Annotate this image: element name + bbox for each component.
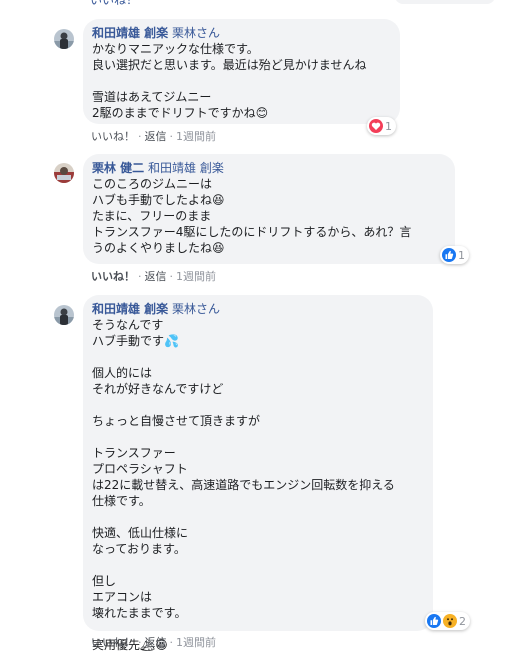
mention-tag[interactable]: 栗林さん (172, 302, 220, 316)
avatar[interactable] (54, 163, 74, 183)
like-link[interactable]: いいね！ (91, 270, 135, 283)
comment-line: トランスファー4駆にしたのにドリフトするから、あれ？言 (92, 225, 412, 239)
reaction-count: 1 (385, 119, 392, 133)
mention-tag[interactable]: 栗林さん (172, 26, 220, 40)
mention-tag[interactable]: 和田靖雄 創楽 (148, 161, 224, 175)
reaction-summary[interactable]: 1 (367, 117, 396, 135)
comment-line: 2駆のままでドリフトですかね😊 (92, 106, 269, 120)
comment-line: そうなんです (92, 318, 164, 332)
like-icon (442, 248, 456, 262)
comment-line: たまに、フリーのまま (92, 209, 212, 223)
comment-line: エアコンは (92, 590, 153, 604)
like-icon (427, 614, 441, 628)
reply-link[interactable]: 返信 (145, 270, 167, 283)
comment-line: それが好きなんですけど (92, 382, 224, 396)
comment-line: は22に載せ替え、高速道路でもエンジン回転数を抑える (92, 478, 395, 492)
reply-link[interactable]: 返信 (145, 130, 167, 143)
like-link[interactable]: いいね！ (91, 636, 135, 649)
comment-actions: いいね！ · 返信 · 1週間前 (91, 270, 216, 283)
reaction-summary[interactable]: 1 (440, 246, 469, 264)
comment-line: 良い選択だと思います。最近は殆ど見かけませんね (92, 58, 367, 72)
wow-icon (443, 614, 457, 628)
partial-like-link[interactable]: いいね！ (90, 0, 138, 8)
comment-line: 雪道はあえてジムニー (92, 90, 212, 104)
comment-line: ちょっと自慢させて頂きますが (92, 414, 261, 428)
author-name[interactable]: 和田靖雄 創楽 (92, 302, 168, 316)
comment-line: 快適、低山仕様に (92, 526, 189, 540)
reaction-count: 2 (459, 614, 466, 628)
comment-line: ハブ手動です💦 (92, 334, 179, 348)
heart-icon (369, 119, 383, 133)
avatar[interactable] (54, 29, 74, 49)
comment-line: 壊れたままです。 (92, 606, 187, 620)
timestamp[interactable]: 1週間前 (176, 636, 216, 649)
comment-bubble: 和田靖雄 創楽 栗林さん そうなんです ハブ手動です💦 個人的には それが好きな… (83, 295, 433, 652)
comment-line: トランスファー (92, 446, 176, 460)
reaction-summary[interactable]: 2 (425, 612, 470, 630)
comment-line: うのよくやりましたね😆 (92, 241, 225, 255)
comment-line: かなりマニアックな仕様です。 (92, 42, 259, 56)
reaction-count: 1 (458, 248, 465, 262)
comment-bubble: 和田靖雄 創楽 栗林さん かなりマニアックな仕様です。 良い選択だと思います。最… (83, 19, 400, 124)
partial-bubble (395, 0, 495, 4)
comment-actions: いいね！ · 返信 · 1週間前 (91, 130, 216, 143)
avatar[interactable] (54, 305, 74, 325)
comment-actions: いいね！ · 返信 · 1週間前 (91, 636, 216, 649)
comment-line: 仕様です。 (92, 494, 151, 508)
comment-bubble: 栗林 健二 和田靖雄 創楽 このころのジムニーは ハブも手動でしたよね😆 たまに… (83, 154, 455, 264)
author-name[interactable]: 和田靖雄 創楽 (92, 26, 168, 40)
comment-line: 但し (92, 574, 117, 588)
comment-line: このころのジムニーは (92, 177, 213, 191)
previous-comment-fragment: いいね！ (0, 0, 505, 8)
timestamp[interactable]: 1週間前 (176, 270, 216, 283)
comment-line: なっております。 (92, 542, 186, 556)
reply-link[interactable]: 返信 (145, 636, 167, 649)
timestamp[interactable]: 1週間前 (176, 130, 216, 143)
comment-line: プロペラシャフト (92, 462, 188, 476)
like-link[interactable]: いいね！ (91, 130, 135, 143)
comment-line: 個人的には (92, 366, 153, 380)
author-name[interactable]: 栗林 健二 (92, 161, 144, 175)
comment-line: ハブも手動でしたよね😆 (92, 193, 225, 207)
